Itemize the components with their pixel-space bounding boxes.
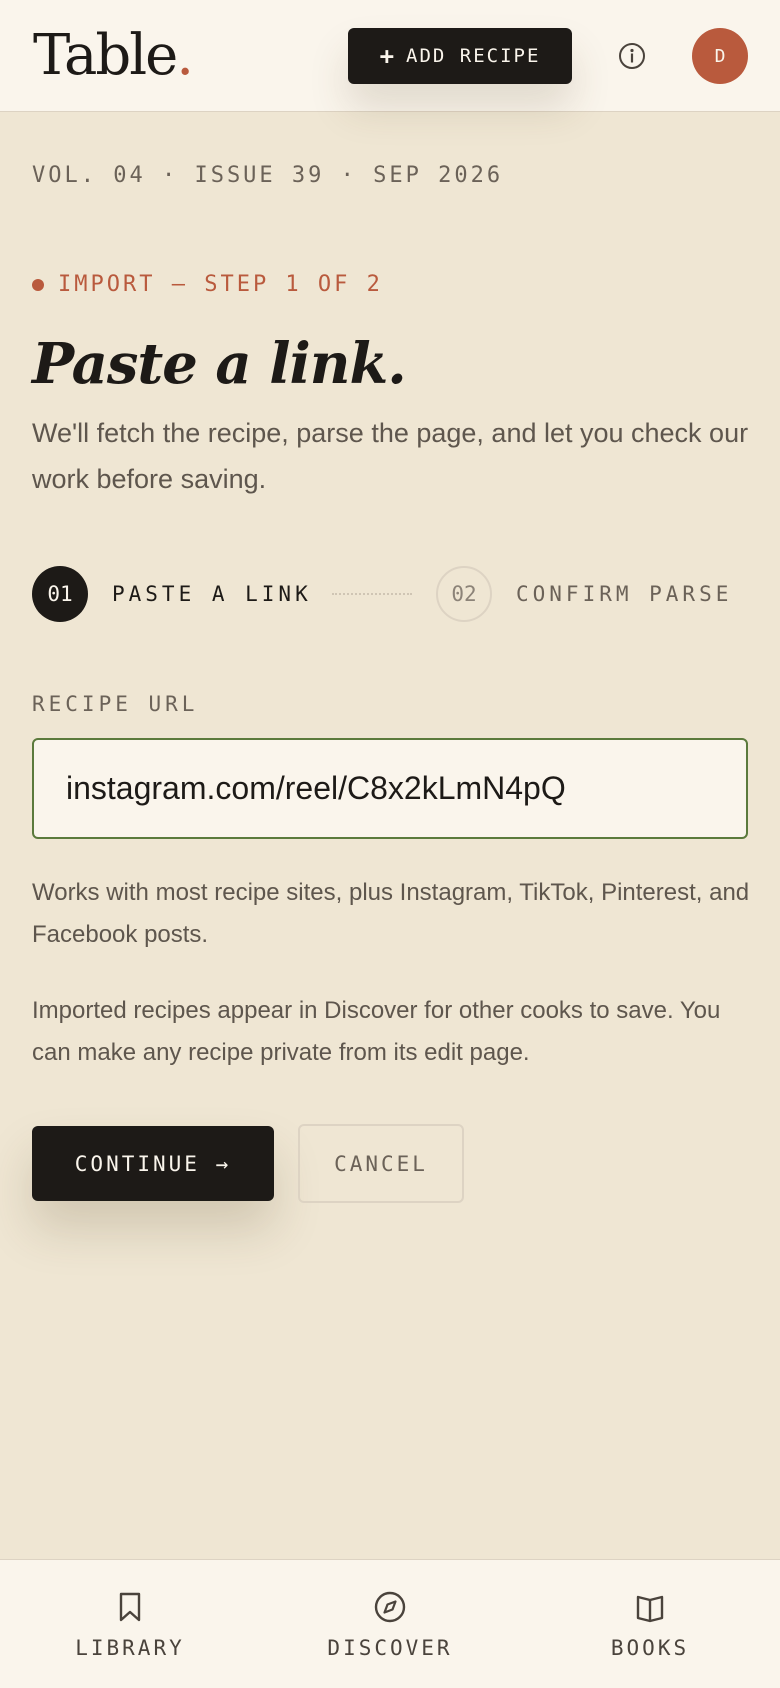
import-stepper: 01 PASTE A LINK 02 CONFIRM PARSE (32, 566, 748, 622)
nav-label-discover: DISCOVER (327, 1636, 453, 1660)
bookmark-icon (119, 1592, 141, 1622)
issue-masthead: VOL. 04 · ISSUE 39 · SEP 2026 (32, 163, 504, 188)
status-dot-icon (32, 278, 44, 291)
step-1-label: PASTE A LINK (112, 582, 312, 606)
app-logo[interactable]: Table. (33, 20, 194, 92)
logo-dot: . (176, 23, 194, 88)
step-2-number: 02 (436, 566, 492, 622)
page-title: Paste a link. (32, 331, 407, 397)
nav-label-books: BOOKS (610, 1636, 690, 1660)
add-recipe-button[interactable]: + ADD RECIPE (348, 28, 572, 84)
continue-button[interactable]: CONTINUE → (32, 1126, 274, 1201)
recipe-url-label: RECIPE URL (32, 692, 199, 716)
nav-item-discover[interactable]: DISCOVER (290, 1560, 490, 1688)
user-avatar[interactable]: D (692, 28, 748, 84)
nav-item-books[interactable]: BOOKS (550, 1560, 750, 1688)
step-2-label: CONFIRM PARSE (516, 582, 733, 606)
import-step-text: IMPORT — STEP 1 OF 2 (58, 272, 383, 297)
add-recipe-label: ADD RECIPE (406, 45, 541, 67)
supported-sites-help: Works with most recipe sites, plus Insta… (32, 879, 750, 948)
stepper-connector (332, 593, 412, 595)
nav-item-library[interactable]: LIBRARY (30, 1560, 230, 1688)
recipe-url-input[interactable] (32, 738, 748, 839)
bottom-nav: LIBRARY DISCOVER BOOKS (0, 1559, 780, 1688)
step-1-number: 01 (32, 566, 88, 622)
page-subtitle: We'll fetch the recipe, parse the page, … (32, 418, 749, 494)
nav-label-library: LIBRARY (75, 1636, 185, 1660)
import-step-label: IMPORT — STEP 1 OF 2 (32, 272, 383, 297)
compass-icon (374, 1591, 406, 1623)
app-header: Table. + ADD RECIPE D (0, 0, 780, 112)
book-open-icon (636, 1595, 664, 1623)
plus-icon: + (379, 42, 397, 70)
cancel-button[interactable]: CANCEL (298, 1124, 464, 1203)
info-icon[interactable] (618, 42, 646, 70)
privacy-note: Imported recipes appear in Discover for … (32, 997, 721, 1066)
